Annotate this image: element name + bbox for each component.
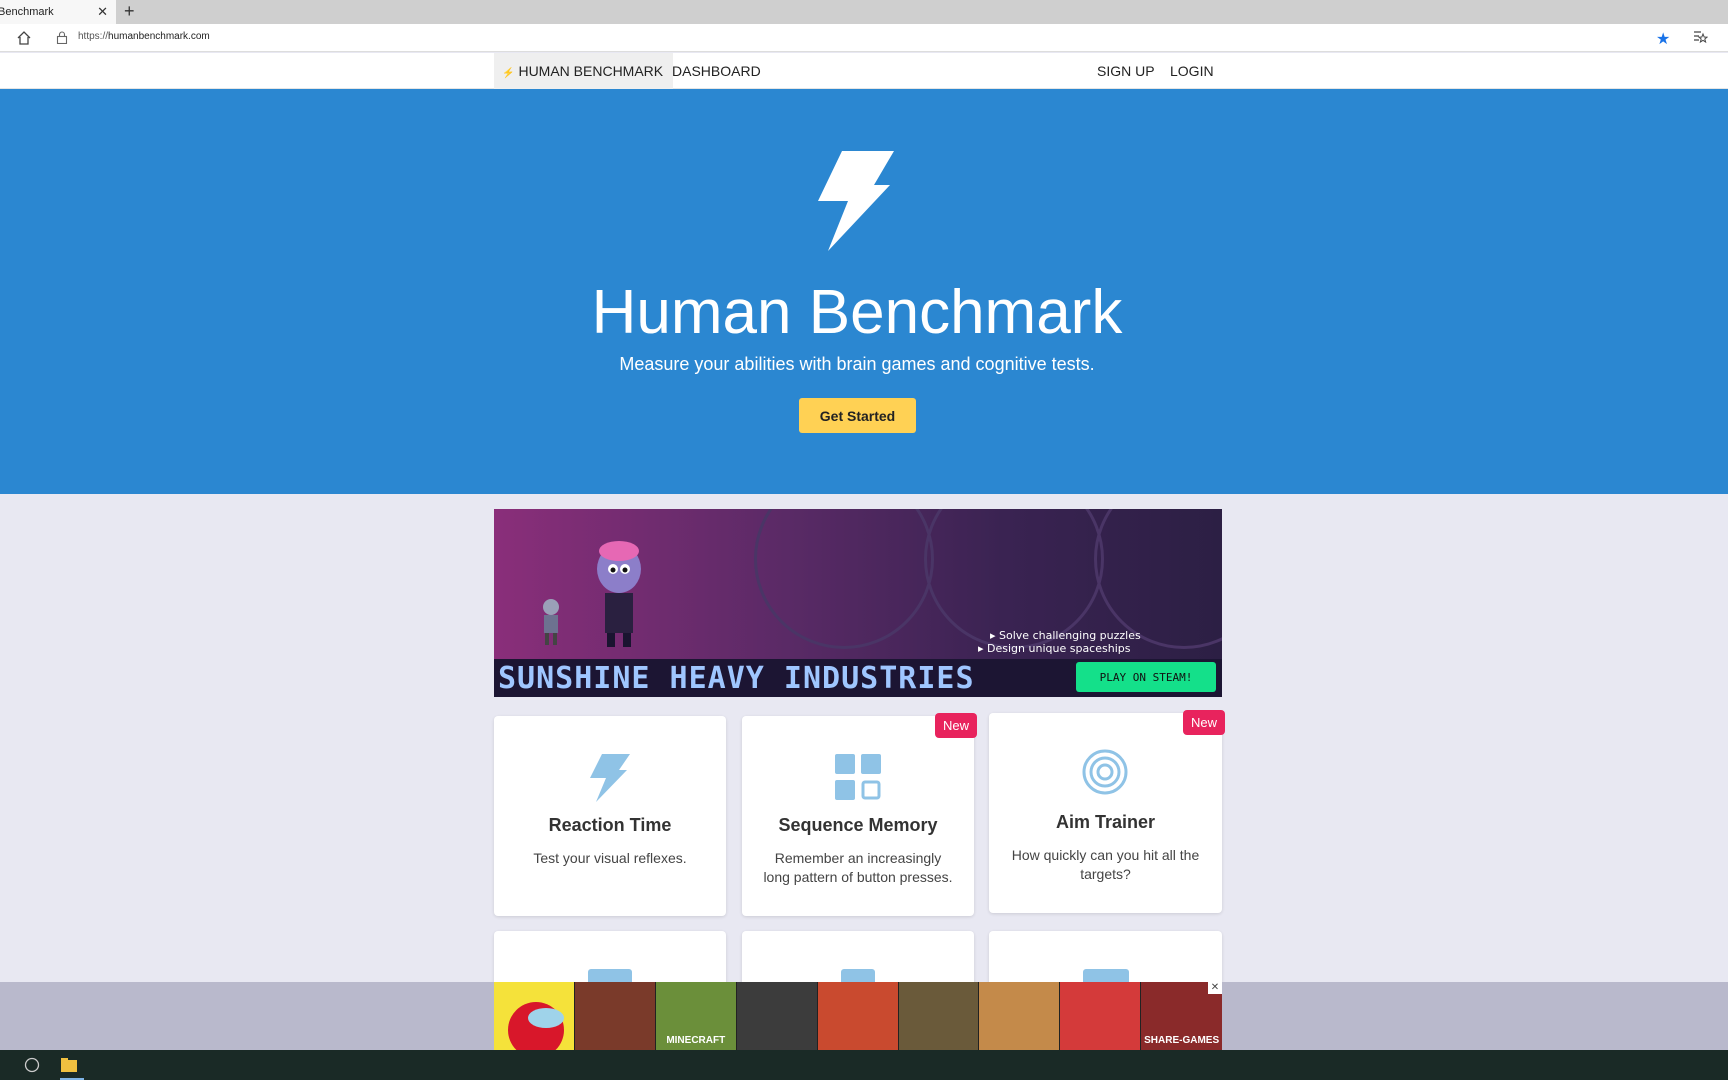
play-on-steam-button[interactable]: PLAY ON STEAM! [1076,662,1216,692]
grid-icon [1083,969,1129,983]
card-title: Sequence Memory [778,815,938,835]
favorite-star-icon[interactable]: ★ [1656,29,1670,49]
ad-bullet: ▸ Design unique spaceships [978,642,1131,655]
address-bar[interactable]: https://humanbenchmark.com ★ [0,24,1728,52]
nav-dashboard-link[interactable]: DASHBOARD [672,63,761,79]
ad-bullet: ▸ Solve challenging puzzles [990,629,1141,642]
lightning-bolt-icon [590,754,630,802]
game-tile[interactable] [1060,982,1142,1050]
hero-subtitle: Measure your abilities with brain games … [619,354,1095,374]
file-explorer-icon[interactable] [60,1057,78,1073]
card-sequence-memory[interactable]: Sequence Memory Remember an increasingly… [742,716,974,916]
bottom-games-ad[interactable]: MINECRAFT SHARE-GAMES [494,982,1223,1050]
nav-signup-link[interactable]: SIGN UP [1097,63,1155,79]
game-tile-among-us[interactable] [494,982,575,1050]
card-reaction-time[interactable]: Reaction Time Test your visual reflexes. [494,716,726,916]
card-description: Remember an increasingly long pattern of… [763,850,953,885]
home-icon[interactable] [16,30,32,46]
test-icon [841,969,875,983]
card-title: Reaction Time [548,815,672,835]
taskbar-app-icon[interactable] [24,1057,40,1073]
card-title: Aim Trainer [1055,812,1156,832]
game-tile-minecraft[interactable]: MINECRAFT [655,982,737,1050]
nav-home-link[interactable]: ⚡ HUMAN BENCHMARK [494,53,674,89]
ad-porthole-graphic [924,509,1104,649]
ad-title: SUNSHINE HEAVY INDUSTRIES [498,661,975,696]
lightning-bolt-icon [818,151,894,251]
ad-close-icon[interactable]: ✕ [1208,982,1222,994]
card-description: How quickly can you hit all the targets? [1011,847,1200,882]
nav-brand-label: HUMAN BENCHMARK [518,63,664,79]
url-text[interactable]: https://humanbenchmark.com [78,31,210,42]
ad-character-graphic [597,541,641,647]
browser-tab[interactable]: Benchmark ✕ [0,0,116,24]
target-icon [1082,749,1128,795]
os-taskbar [0,1050,1728,1080]
favorites-list-icon[interactable] [1692,29,1708,45]
game-tile[interactable] [979,982,1061,1050]
among-us-graphic [508,1002,564,1050]
browser-tab-bar: Benchmark ✕ + [0,0,1728,24]
tab-close-icon[interactable]: ✕ [97,4,108,20]
ad-porthole-graphic [754,509,934,649]
game-tile[interactable] [817,982,899,1050]
card-description: Test your visual reflexes. [533,850,687,866]
ad-banner[interactable]: ▸ Solve challenging puzzles ▸ Design uni… [494,509,1222,697]
lock-icon [56,31,68,44]
hero-section: Human Benchmark Measure your abilities w… [0,89,1728,494]
tab-title: Benchmark [0,6,54,18]
nav-login-link[interactable]: LOGIN [1170,63,1214,79]
numbers-icon [588,969,632,983]
new-badge: New [1183,710,1226,735]
site-nav: ⚡ HUMAN BENCHMARK DASHBOARD SIGN UP LOGIN [0,53,1728,89]
brand-bolt-icon: ⚡ [502,68,515,79]
new-badge: New [935,713,978,738]
hero-title: Human Benchmark [591,278,1123,347]
ad-robot-graphic [543,599,559,645]
grid-squares-icon [835,754,881,800]
game-tile[interactable] [574,982,656,1050]
game-tile[interactable] [736,982,818,1050]
new-tab-icon[interactable]: + [124,1,135,22]
ad-porthole-graphic [1094,509,1222,649]
card-aim-trainer[interactable]: Aim Trainer How quickly can you hit all … [989,713,1222,913]
game-tile[interactable] [898,982,980,1050]
get-started-button[interactable]: Get Started [799,398,916,433]
